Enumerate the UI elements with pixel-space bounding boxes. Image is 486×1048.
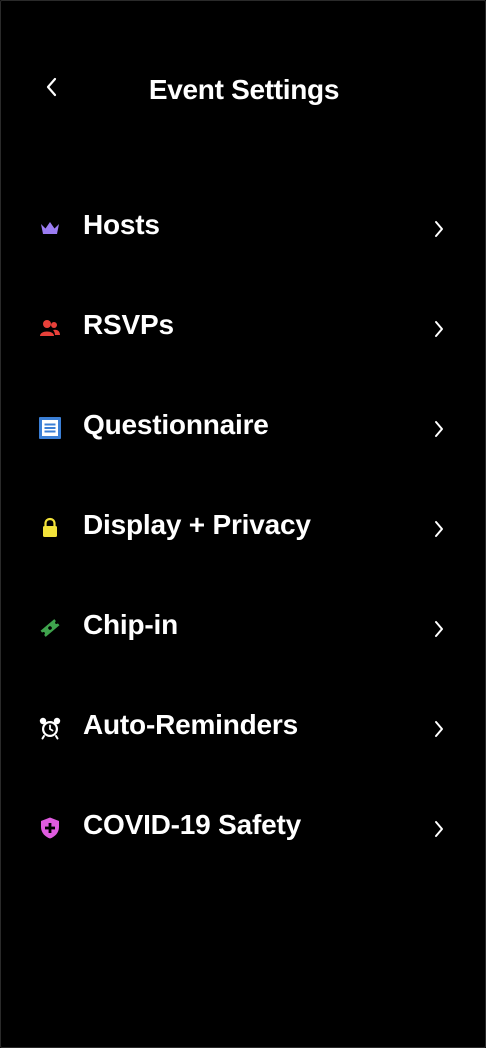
menu-item-label: Questionnaire xyxy=(83,409,269,440)
menu-item-auto-reminders[interactable]: Auto-Reminders xyxy=(1,677,486,777)
chevron-right-icon xyxy=(429,217,449,241)
menu-item-label: Hosts xyxy=(83,209,160,240)
ticket-icon xyxy=(37,615,63,641)
menu-item-chip-in[interactable]: Chip-in xyxy=(1,577,486,677)
menu-item-label: RSVPs xyxy=(83,309,174,340)
settings-menu: Hosts RSVPs Questionnaire Display + Priv… xyxy=(1,177,486,877)
page-title: Event Settings xyxy=(148,74,340,105)
chevron-right-icon xyxy=(429,317,449,341)
menu-item-hosts[interactable]: Hosts xyxy=(1,177,486,277)
chevron-right-icon xyxy=(429,417,449,441)
chevron-right-icon xyxy=(429,617,449,641)
shield-plus-icon xyxy=(37,815,63,841)
menu-item-label: Auto-Reminders xyxy=(83,709,298,740)
menu-item-display-privacy[interactable]: Display + Privacy xyxy=(1,477,486,577)
menu-item-rsvps[interactable]: RSVPs xyxy=(1,277,486,377)
form-icon xyxy=(37,415,63,441)
menu-item-questionnaire[interactable]: Questionnaire xyxy=(1,377,486,477)
chevron-right-icon xyxy=(429,717,449,741)
chevron-right-icon xyxy=(429,817,449,841)
menu-item-label: COVID-19 Safety xyxy=(83,809,301,840)
lock-icon xyxy=(37,515,63,541)
app-screen: Event Settings Hosts RSVPs Questionnaire… xyxy=(0,0,486,1048)
alarm-clock-icon xyxy=(37,715,63,741)
users-icon xyxy=(37,315,63,341)
menu-item-covid-safety[interactable]: COVID-19 Safety xyxy=(1,777,486,877)
menu-item-label: Chip-in xyxy=(83,609,179,640)
chevron-right-icon xyxy=(429,517,449,541)
crown-icon xyxy=(37,215,63,241)
header: Event Settings xyxy=(1,61,486,123)
menu-item-label: Display + Privacy xyxy=(83,509,311,540)
